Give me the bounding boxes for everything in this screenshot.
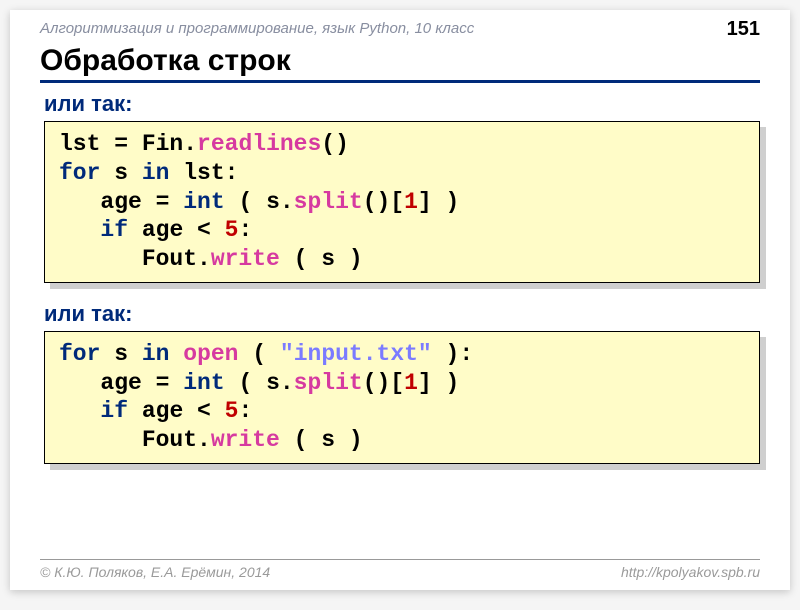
code-block-1: lst = Fin.readlines() for s in lst: age …	[44, 121, 760, 283]
page-title: Обработка строк	[40, 44, 760, 83]
slide-header: Алгоритмизация и программирование, язык …	[10, 10, 790, 38]
code-block-2: for s in open ( "input.txt" ): age = int…	[44, 331, 760, 464]
slide-footer: © К.Ю. Поляков, Е.А. Ерёмин, 2014 http:/…	[40, 559, 760, 580]
code-content-1: lst = Fin.readlines() for s in lst: age …	[44, 121, 760, 283]
code-content-2: for s in open ( "input.txt" ): age = int…	[44, 331, 760, 464]
subheading-1: или так:	[44, 91, 790, 117]
slide: Алгоритмизация и программирование, язык …	[10, 10, 790, 590]
subheading-2: или так:	[44, 301, 790, 327]
footer-url: http://kpolyakov.spb.ru	[621, 564, 760, 580]
page-number: 151	[727, 18, 760, 41]
footer-copyright: © К.Ю. Поляков, Е.А. Ерёмин, 2014	[40, 564, 270, 580]
course-label: Алгоритмизация и программирование, язык …	[40, 20, 474, 37]
